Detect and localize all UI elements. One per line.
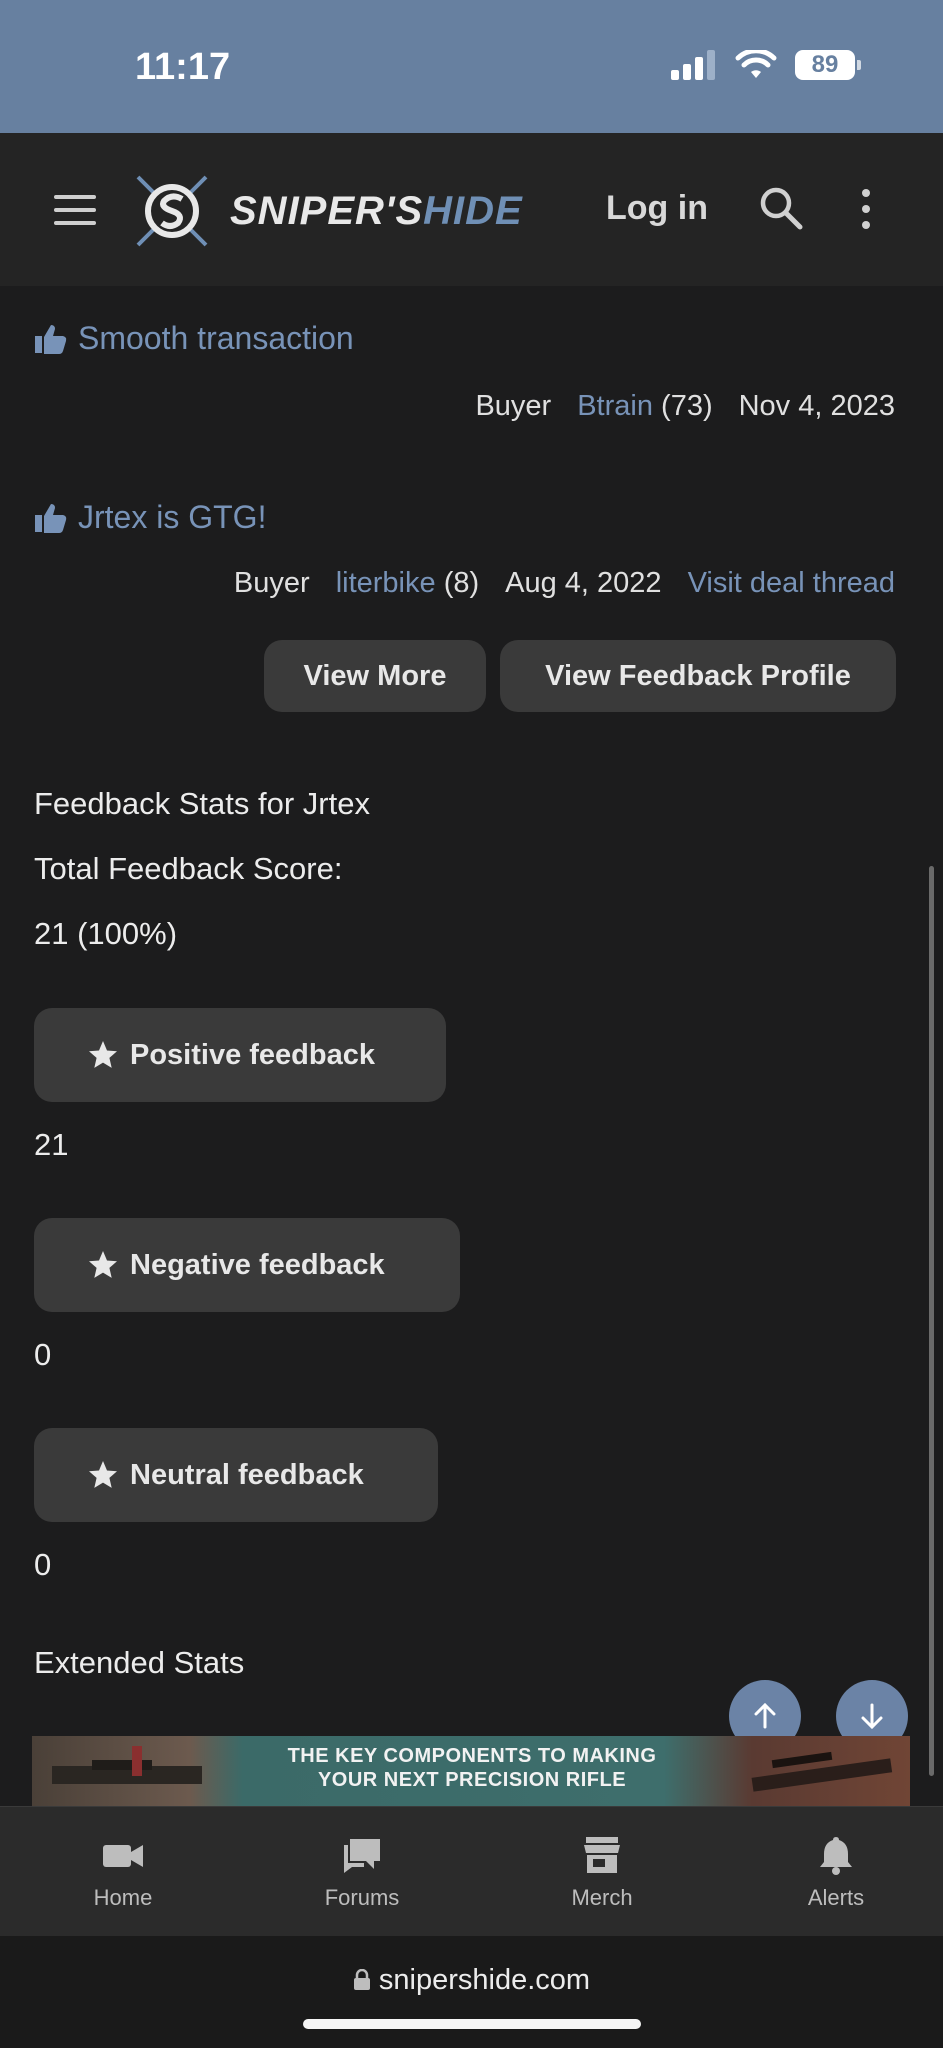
feedback-user-link[interactable]: Btrain	[577, 390, 653, 422]
feedback-date: Nov 4, 2023	[738, 390, 895, 422]
stats-heading: Feedback Stats for Jrtex	[34, 786, 370, 821]
search-icon[interactable]	[758, 185, 804, 231]
bell-icon	[820, 1837, 852, 1875]
chat-bubbles-icon	[344, 1839, 380, 1873]
feedback-date: Aug 4, 2022	[505, 567, 662, 599]
feedback-role: Buyer	[475, 390, 552, 422]
thumbs-up-icon	[35, 503, 67, 533]
status-time: 11:17	[135, 46, 231, 88]
extended-stats-link[interactable]: Extended Stats	[34, 1645, 244, 1681]
tab-forums[interactable]: Forums	[282, 1835, 442, 1911]
positive-feedback-button[interactable]: Positive feedback	[34, 1008, 446, 1102]
lock-icon	[353, 1968, 370, 1990]
status-bar: 11:17 89	[0, 0, 943, 133]
negative-feedback-count: 0	[34, 1337, 52, 1372]
star-icon	[89, 1461, 117, 1488]
status-icons: 89	[671, 50, 861, 80]
ad-banner[interactable]: THE KEY COMPONENTS TO MAKING YOUR NEXT P…	[32, 1736, 910, 1806]
positive-feedback-count: 21	[34, 1127, 69, 1162]
feedback-item-title[interactable]: Jrtex is GTG!	[34, 499, 266, 536]
tab-home[interactable]: Home	[43, 1835, 203, 1911]
arrow-down-icon	[861, 1703, 883, 1730]
site-logo[interactable]: SNIPER'SHIDE	[130, 171, 540, 251]
storefront-icon	[584, 1837, 620, 1873]
browser-url-bar[interactable]: snipershide.com	[0, 1936, 943, 2048]
feedback-user-info: literbike (8)	[335, 567, 480, 599]
bottom-tab-bar: Home Forums Merch Alerts	[0, 1806, 943, 1937]
thumbs-up-icon	[35, 324, 67, 354]
menu-icon[interactable]	[54, 195, 96, 225]
crosshair-logo-icon	[136, 175, 208, 247]
video-camera-icon	[103, 1845, 143, 1867]
view-feedback-profile-button[interactable]: View Feedback Profile	[500, 640, 896, 712]
login-link[interactable]: Log in	[606, 189, 708, 228]
neutral-feedback-button[interactable]: Neutral feedback	[34, 1428, 438, 1522]
feedback-role: Buyer	[233, 567, 310, 599]
feedback-user-info: Btrain (73)	[577, 390, 713, 422]
deal-thread-link[interactable]: Visit deal thread	[688, 567, 895, 600]
scrollbar[interactable]	[929, 866, 934, 1776]
url-display: snipershide.com	[0, 1964, 943, 1997]
wifi-icon	[735, 50, 777, 78]
feedback-item-title[interactable]: Smooth transaction	[34, 320, 354, 357]
tab-merch[interactable]: Merch	[522, 1835, 682, 1911]
ad-headline: THE KEY COMPONENTS TO MAKING YOUR NEXT P…	[287, 1745, 657, 1791]
star-icon	[89, 1251, 117, 1278]
signal-icon	[671, 50, 715, 80]
negative-feedback-button[interactable]: Negative feedback	[34, 1218, 460, 1312]
battery-indicator: 89	[795, 50, 861, 80]
star-icon	[89, 1041, 117, 1068]
logo-wordmark: SNIPER'SHIDE	[230, 189, 523, 233]
view-more-button[interactable]: View More	[264, 640, 486, 712]
arrow-up-icon	[754, 1702, 776, 1729]
total-score-value: 21 (100%)	[34, 916, 178, 951]
more-options-icon[interactable]	[858, 189, 874, 229]
feedback-item-meta: Buyer literbike (8) Aug 4, 2022 Visit de…	[234, 567, 895, 600]
neutral-feedback-count: 0	[34, 1547, 52, 1582]
feedback-item-meta: Buyer Btrain (73) Nov 4, 2023	[475, 390, 895, 423]
site-header: SNIPER'SHIDE Log in	[0, 133, 943, 286]
total-score-label: Total Feedback Score:	[34, 851, 343, 886]
feedback-user-link[interactable]: literbike	[336, 567, 436, 599]
home-indicator[interactable]	[303, 2019, 641, 2029]
tab-alerts[interactable]: Alerts	[756, 1835, 916, 1911]
